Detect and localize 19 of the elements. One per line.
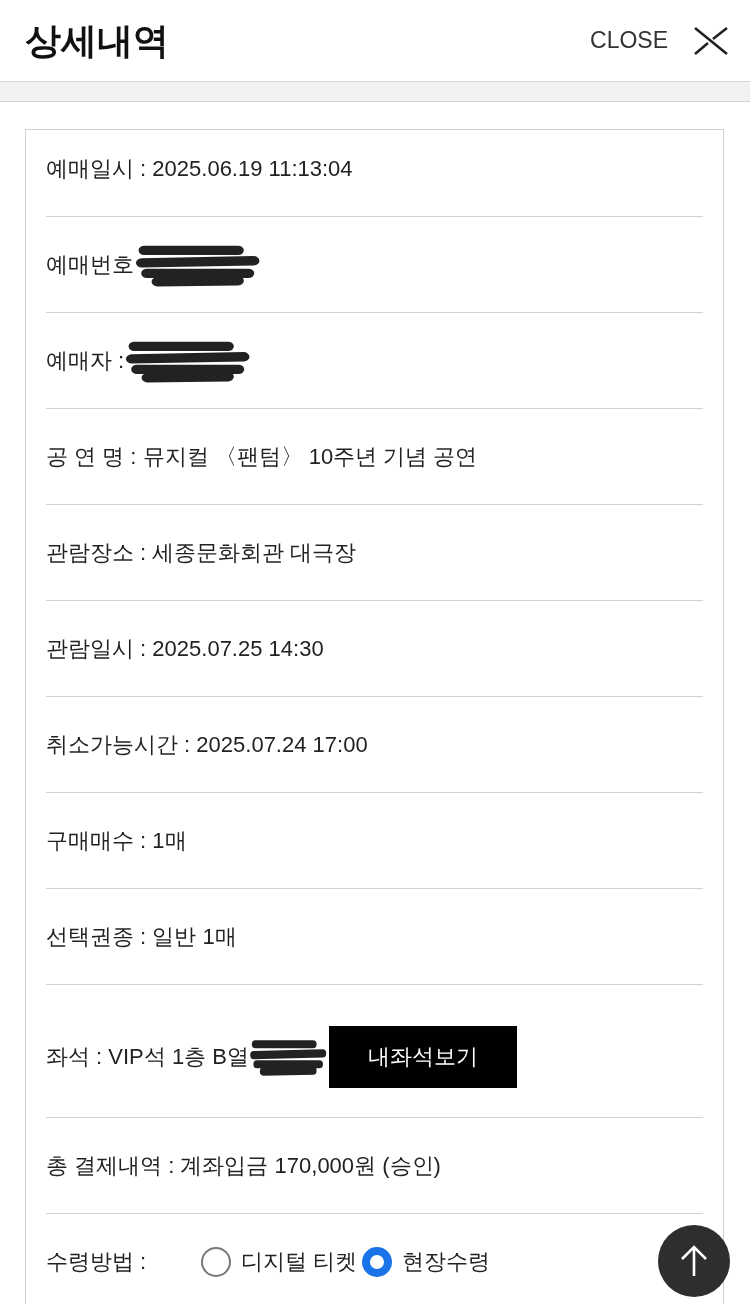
detail-text: 관람일시 : 2025.07.25 14:30 [46, 635, 324, 663]
detail-text: 취소가능시간 : 2025.07.24 17:00 [46, 731, 368, 759]
radio-option[interactable]: 현장수령 [362, 1247, 491, 1277]
field-label: 수령방법 : [46, 1248, 148, 1276]
detail-text: 구매매수 : 1매 [46, 827, 187, 855]
close-icon [694, 26, 728, 55]
detail-text: 총 결제내역 : 계좌입금 170,000원 (승인) [46, 1152, 441, 1180]
detail-text: 좌석 : VIP석 1층 B열 [46, 1043, 249, 1071]
up-arrow-icon [680, 1245, 708, 1277]
view-my-seat-button[interactable]: 내좌석보기 [328, 1026, 517, 1088]
detail-text: 예매일시 : 2025.06.19 11:13:04 [46, 155, 353, 183]
detail-text: 예매번호 [46, 251, 134, 279]
radio-option[interactable]: 디지털 티켓 [201, 1247, 358, 1277]
detail-text: 공 연 명 : 뮤지컬 〈팬텀〉 10주년 기념 공연 [46, 443, 478, 471]
page-title: 상세내역 [25, 22, 169, 59]
detail-text: 선택권종 : 일반 1매 [46, 923, 237, 951]
detail-text: 관람장소 : 세종문화회관 대극장 [46, 539, 357, 567]
detail-text: 예매자 : [46, 347, 125, 375]
close-button[interactable]: CLOSE [590, 26, 728, 55]
